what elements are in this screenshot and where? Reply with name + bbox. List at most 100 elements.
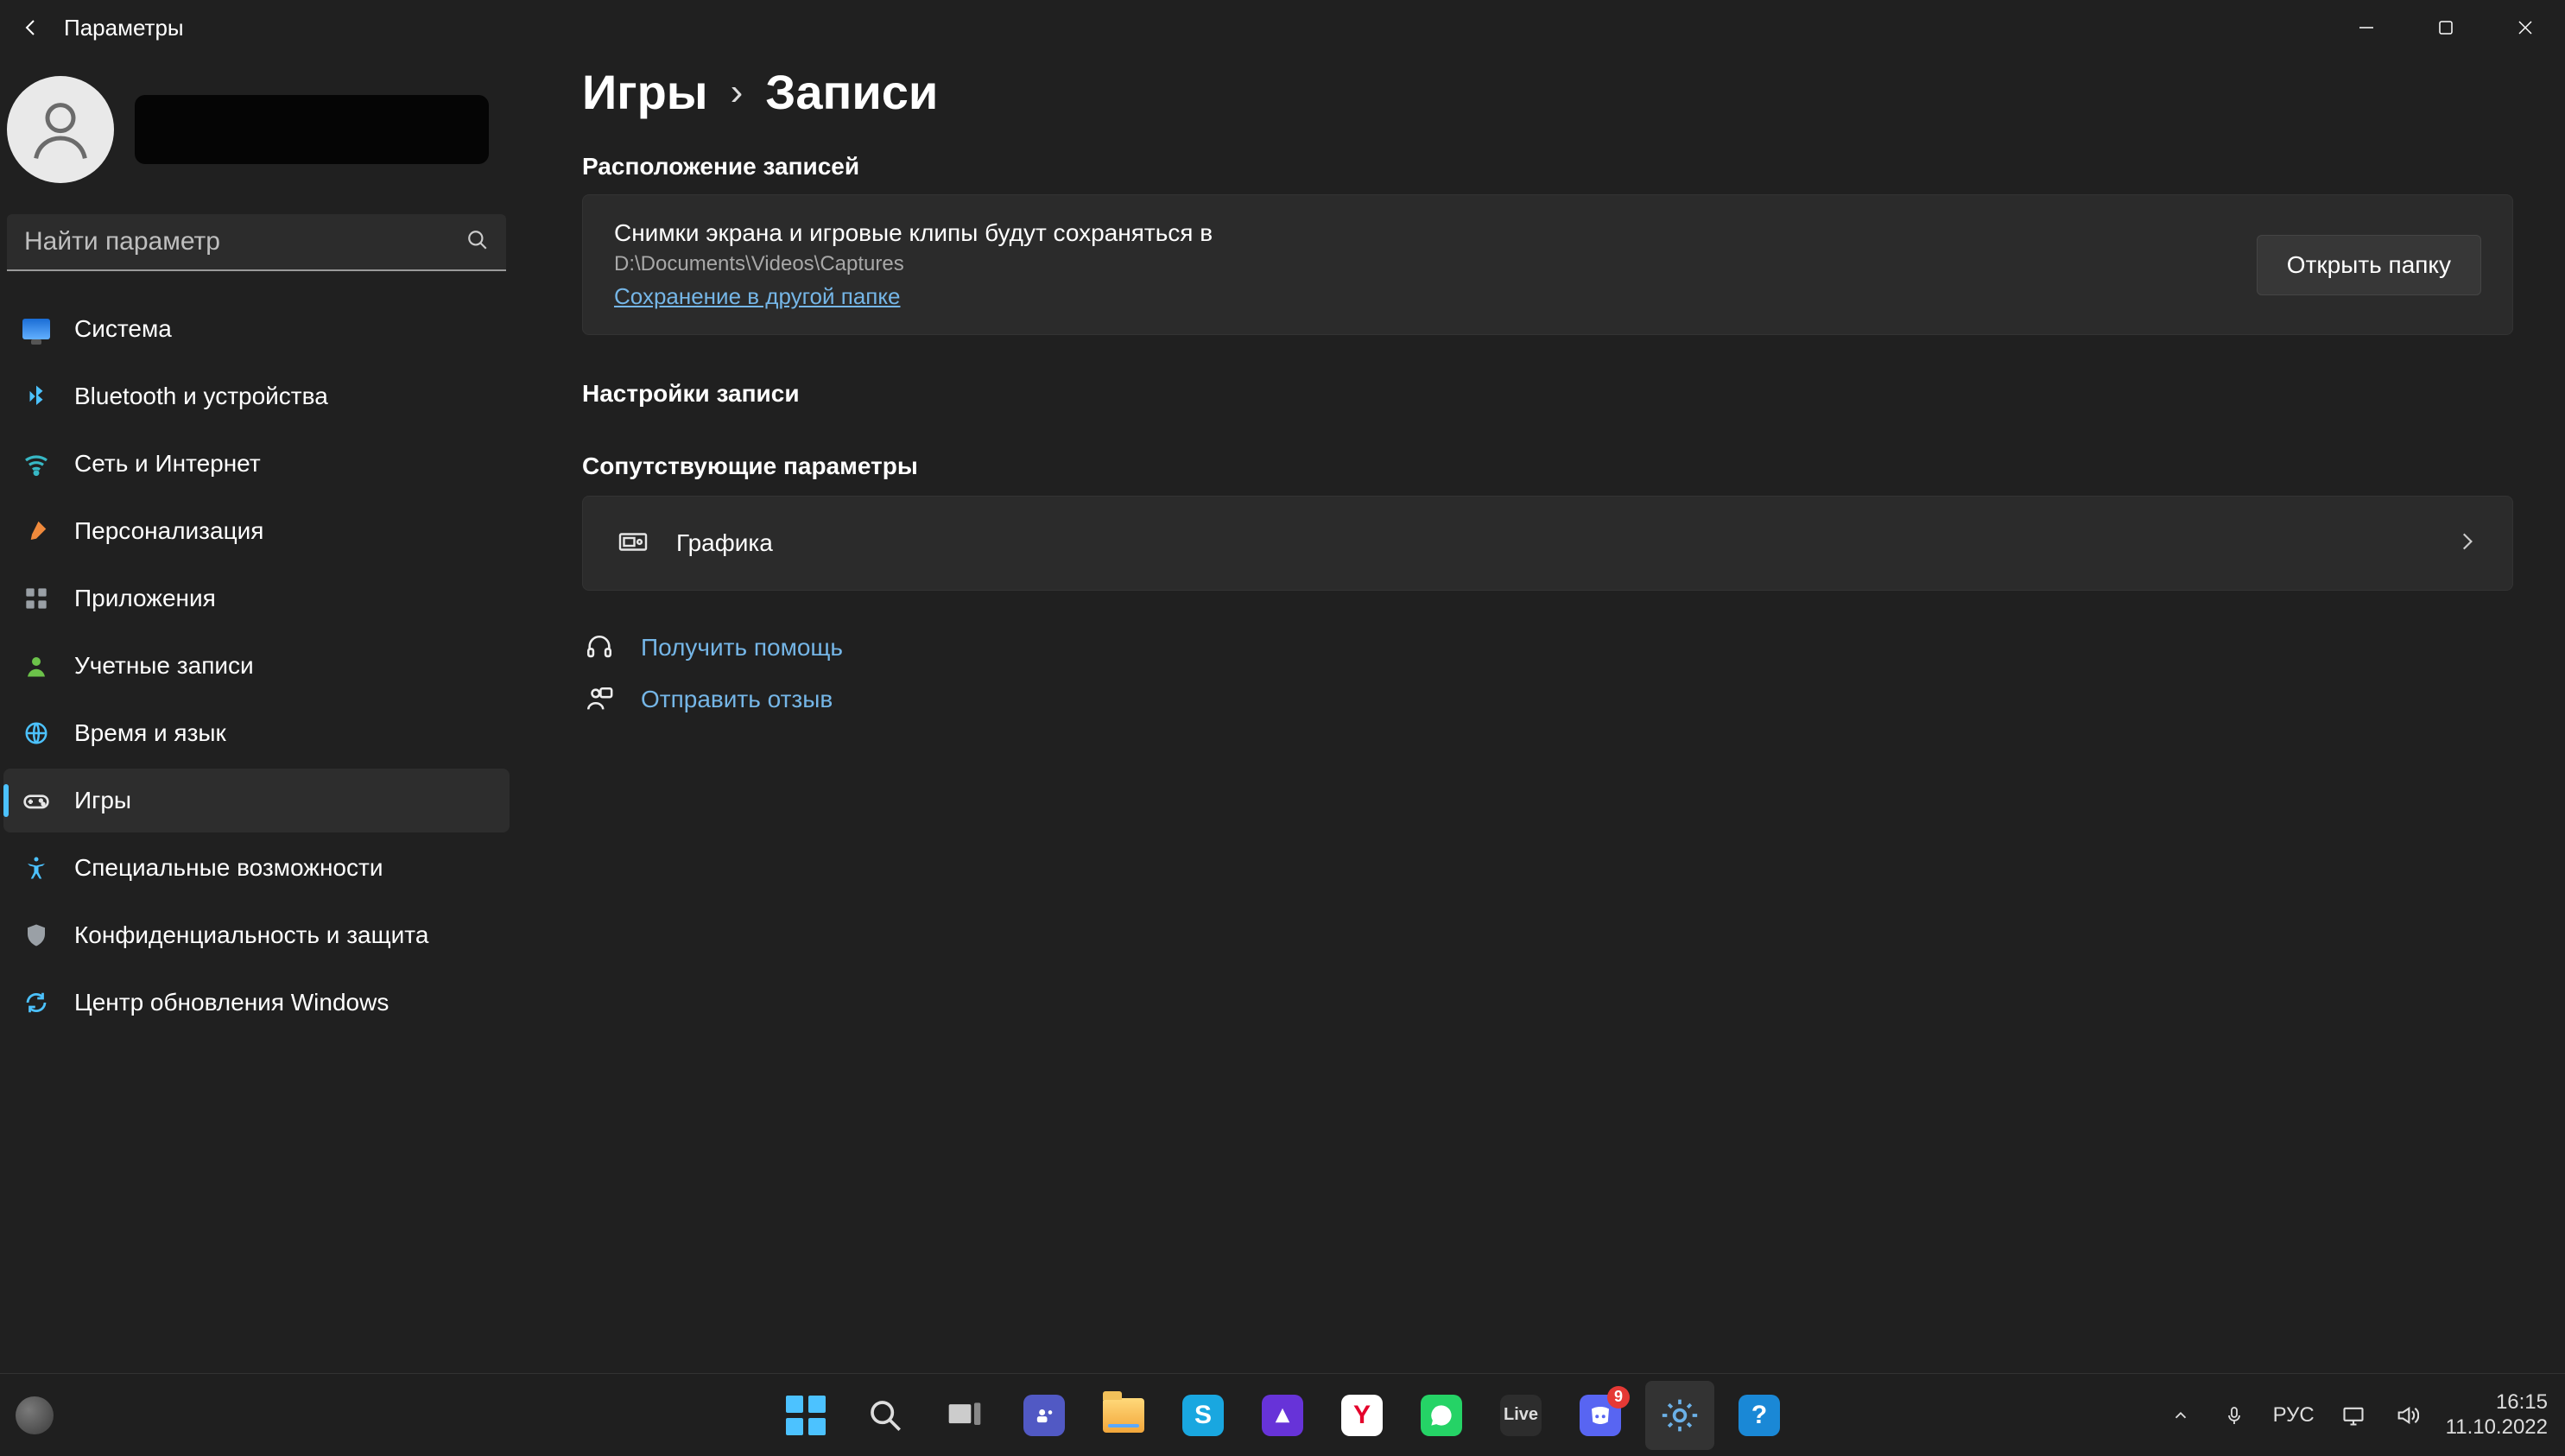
minimize-button[interactable] bbox=[2327, 0, 2406, 55]
teams-icon bbox=[1023, 1395, 1065, 1436]
title-bar: Параметры bbox=[0, 0, 2565, 55]
search-icon bbox=[864, 1395, 906, 1436]
graphics-row-label: Графика bbox=[676, 529, 773, 557]
sidebar-item-network[interactable]: Сеть и Интернет bbox=[3, 432, 510, 496]
taskbar-center: S Y Live 9 ? bbox=[771, 1381, 1794, 1450]
start-button[interactable] bbox=[771, 1381, 840, 1450]
sidebar-item-privacy[interactable]: Конфиденциальность и защита bbox=[3, 903, 510, 967]
sidebar-item-apps[interactable]: Приложения bbox=[3, 567, 510, 630]
display-card-icon bbox=[618, 528, 649, 559]
taskview-icon bbox=[944, 1395, 985, 1436]
caption-buttons bbox=[2327, 0, 2565, 55]
change-folder-link[interactable]: Сохранение в другой папке bbox=[614, 283, 901, 310]
globe-clock-icon bbox=[21, 718, 52, 749]
breadcrumb-parent[interactable]: Игры bbox=[582, 64, 708, 120]
sidebar-item-label: Конфиденциальность и защита bbox=[74, 921, 428, 949]
account-info-redacted bbox=[135, 95, 489, 164]
sidebar-item-label: Система bbox=[74, 315, 172, 343]
tray-date: 11.10.2022 bbox=[2446, 1415, 2548, 1440]
section-title-location: Расположение записей bbox=[582, 153, 2513, 180]
sidebar-item-label: Bluetooth и устройства bbox=[74, 383, 328, 410]
system-tray: РУС 16:15 11.10.2022 bbox=[2166, 1390, 2565, 1440]
sidebar-item-bluetooth[interactable]: Bluetooth и устройства bbox=[3, 364, 510, 428]
shield-icon bbox=[21, 920, 52, 951]
sidebar-nav: Система Bluetooth и устройства Сеть и Ин… bbox=[3, 297, 510, 1035]
taskbar-discord[interactable]: 9 bbox=[1566, 1381, 1635, 1450]
sidebar-item-label: Учетные записи bbox=[74, 652, 254, 680]
wifi-icon bbox=[21, 448, 52, 479]
graphics-settings-row[interactable]: Графика bbox=[582, 496, 2513, 591]
close-button[interactable] bbox=[2486, 0, 2565, 55]
sidebar-item-label: Приложения bbox=[74, 585, 216, 612]
get-help-label: Получить помощь bbox=[641, 634, 843, 662]
person-icon bbox=[26, 95, 95, 164]
section-title-recording: Настройки записи bbox=[582, 380, 2513, 408]
help-icon: ? bbox=[1738, 1395, 1780, 1436]
sidebar-item-gaming[interactable]: Игры bbox=[3, 769, 510, 832]
brush-icon bbox=[21, 516, 52, 547]
taskbar-live[interactable]: Live bbox=[1486, 1381, 1555, 1450]
sidebar-item-label: Сеть и Интернет bbox=[74, 450, 261, 478]
sidebar-item-label: Центр обновления Windows bbox=[74, 989, 389, 1016]
back-button[interactable] bbox=[10, 7, 52, 48]
notification-badge: 9 bbox=[1607, 1386, 1630, 1409]
open-folder-button[interactable]: Открыть папку bbox=[2257, 235, 2481, 295]
taskbar-skype[interactable]: S bbox=[1168, 1381, 1238, 1450]
get-help-link[interactable]: Получить помощь bbox=[582, 630, 2513, 665]
taskbar-settings-app[interactable] bbox=[1645, 1381, 1714, 1450]
search-box[interactable] bbox=[7, 214, 506, 271]
section-title-related: Сопутствующие параметры bbox=[582, 453, 2513, 480]
search-input[interactable] bbox=[24, 227, 466, 256]
sidebar-item-system[interactable]: Система bbox=[3, 297, 510, 361]
maximize-button[interactable] bbox=[2406, 0, 2486, 55]
sidebar-item-accessibility[interactable]: Специальные возможности bbox=[3, 836, 510, 900]
microphone-icon[interactable] bbox=[2220, 1401, 2249, 1430]
sidebar-item-windows-update[interactable]: Центр обновления Windows bbox=[3, 971, 510, 1035]
accessibility-icon bbox=[21, 852, 52, 883]
chevron-right-icon: › bbox=[731, 71, 744, 114]
yandex-browser-icon: Y bbox=[1341, 1395, 1383, 1436]
chevron-right-icon bbox=[2455, 530, 2478, 557]
sidebar: Система Bluetooth и устройства Сеть и Ин… bbox=[0, 55, 520, 1373]
minimize-icon bbox=[2358, 19, 2375, 36]
task-view-button[interactable] bbox=[930, 1381, 999, 1450]
taskbar-file-explorer[interactable] bbox=[1089, 1381, 1158, 1450]
apps-icon bbox=[21, 583, 52, 614]
whatsapp-icon bbox=[1421, 1395, 1462, 1436]
taskbar-yandex-browser[interactable]: Y bbox=[1327, 1381, 1396, 1450]
sidebar-item-personalization[interactable]: Персонализация bbox=[3, 499, 510, 563]
sidebar-item-accounts[interactable]: Учетные записи bbox=[3, 634, 510, 698]
sidebar-item-label: Игры bbox=[74, 787, 131, 814]
taskbar-get-help[interactable]: ? bbox=[1725, 1381, 1794, 1450]
capture-location-text: Снимки экрана и игровые клипы будут сохр… bbox=[614, 219, 2257, 247]
capture-location-path: D:\Documents\Videos\Captures bbox=[614, 252, 2257, 276]
person-icon bbox=[21, 650, 52, 681]
tray-overflow-button[interactable] bbox=[2166, 1401, 2195, 1430]
close-icon bbox=[2518, 20, 2533, 35]
taskbar-teams[interactable] bbox=[1010, 1381, 1079, 1450]
feedback-icon bbox=[582, 682, 617, 717]
weather-icon bbox=[16, 1396, 54, 1434]
volume-tray-icon[interactable] bbox=[2392, 1401, 2422, 1430]
help-headset-icon bbox=[582, 630, 617, 665]
alice-icon bbox=[1262, 1395, 1303, 1436]
back-arrow-icon bbox=[21, 17, 41, 38]
help-links: Получить помощь Отправить отзыв bbox=[582, 630, 2513, 717]
tray-language[interactable]: РУС bbox=[2273, 1403, 2315, 1428]
main-content: Игры › Записи Расположение записей Снимк… bbox=[520, 55, 2565, 1373]
user-account-block[interactable] bbox=[3, 69, 510, 209]
network-tray-icon[interactable] bbox=[2339, 1401, 2368, 1430]
taskbar-weather[interactable] bbox=[0, 1396, 69, 1434]
taskbar-search-button[interactable] bbox=[851, 1381, 920, 1450]
give-feedback-link[interactable]: Отправить отзыв bbox=[582, 682, 2513, 717]
taskbar-alice[interactable] bbox=[1248, 1381, 1317, 1450]
avatar bbox=[7, 76, 114, 183]
tray-clock[interactable]: 16:15 11.10.2022 bbox=[2446, 1390, 2548, 1440]
window-title: Параметры bbox=[64, 15, 184, 41]
sidebar-item-label: Специальные возможности bbox=[74, 854, 383, 882]
update-icon bbox=[21, 987, 52, 1018]
skype-icon: S bbox=[1182, 1395, 1224, 1436]
sidebar-item-time-language[interactable]: Время и язык bbox=[3, 701, 510, 765]
live-icon: Live bbox=[1500, 1395, 1542, 1436]
taskbar-whatsapp[interactable] bbox=[1407, 1381, 1476, 1450]
